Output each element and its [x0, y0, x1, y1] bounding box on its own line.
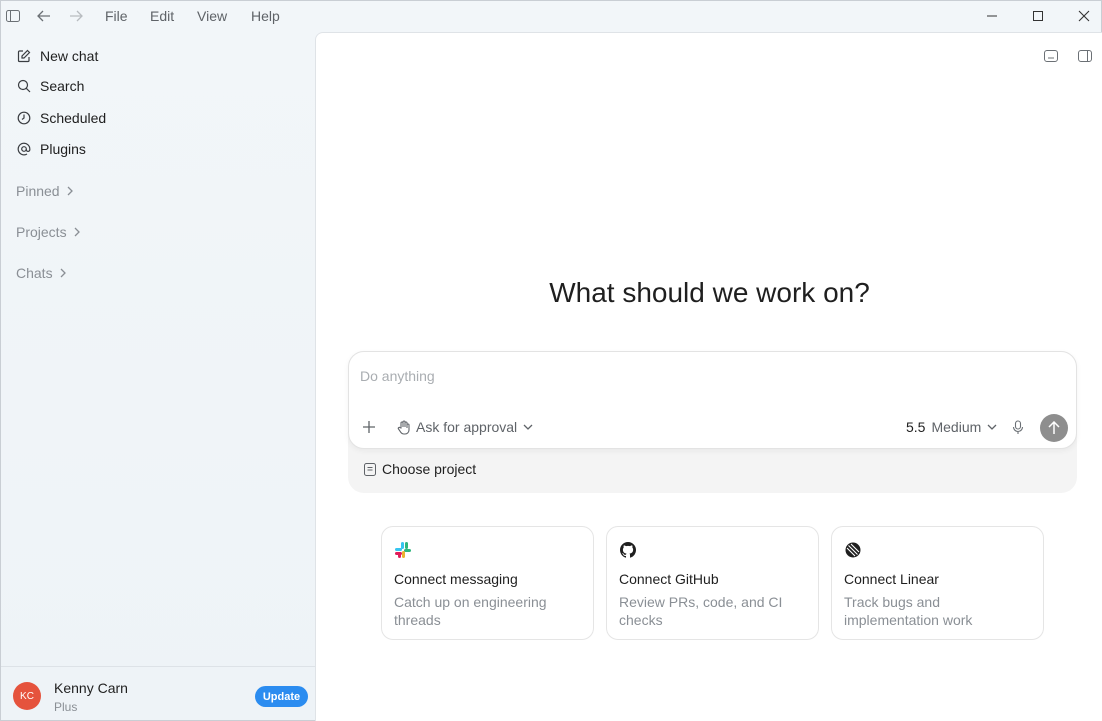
sidebar-item-new-chat[interactable]: New chat [16, 44, 98, 68]
forward-arrow-icon[interactable] [68, 8, 84, 24]
chat-panel-icon[interactable] [1043, 48, 1059, 64]
card-title: Connect messaging [394, 571, 518, 587]
menu-edit[interactable]: Edit [150, 8, 174, 24]
sidebar-item-label: Search [40, 78, 85, 94]
edit-icon [16, 48, 32, 64]
app-window: File Edit View Help New chat Search Sche… [0, 0, 1102, 721]
model-selector[interactable]: 5.5 Medium [906, 419, 997, 435]
sidebar-item-label: Plugins [40, 141, 86, 157]
microphone-icon [1012, 420, 1024, 435]
sidebar-item-label: New chat [40, 48, 99, 64]
approval-dropdown[interactable]: Ask for approval [397, 419, 533, 435]
hand-icon [397, 419, 411, 435]
microphone-button[interactable] [1012, 420, 1024, 435]
sidebar-section-pinned[interactable]: Pinned [16, 183, 74, 199]
update-button[interactable]: Update [255, 686, 308, 707]
section-label: Chats [16, 265, 53, 281]
menu-file[interactable]: File [105, 8, 128, 24]
document-icon [364, 462, 376, 476]
user-name[interactable]: Kenny Carn [54, 680, 128, 696]
approval-label: Ask for approval [416, 419, 518, 435]
prompt-input[interactable] [360, 366, 1050, 386]
page-title: What should we work on? [549, 277, 870, 308]
avatar[interactable]: KC [13, 682, 41, 710]
card-connect-messaging[interactable]: Connect messaging Catch up on engineerin… [381, 526, 594, 640]
menu-help[interactable]: Help [251, 8, 280, 24]
choose-project-label: Choose project [382, 461, 477, 477]
arrow-up-icon [1048, 421, 1060, 435]
minimize-icon[interactable] [981, 5, 1003, 27]
card-connect-github[interactable]: Connect GitHub Review PRs, code, and CI … [606, 526, 819, 640]
maximize-icon[interactable] [1027, 5, 1049, 27]
clock-icon [16, 110, 32, 126]
card-title: Connect GitHub [619, 571, 719, 587]
add-attachment-button[interactable] [362, 420, 376, 437]
close-icon[interactable] [1073, 5, 1095, 27]
composer-container: Ask for approval 5.5 Medium [348, 351, 1077, 493]
chevron-right-icon [59, 268, 67, 278]
choose-project-button[interactable]: Choose project [364, 461, 476, 477]
user-profile-bar: KC Kenny Carn Plus Update [1, 666, 315, 721]
sidebar-section-projects[interactable]: Projects [16, 224, 81, 240]
slack-icon [394, 541, 412, 559]
sidebar-item-label: Scheduled [40, 110, 107, 126]
card-connect-linear[interactable]: Connect Linear Track bugs and implementa… [831, 526, 1044, 640]
main-panel: What should we work on? Ask for approval [315, 32, 1102, 721]
chevron-right-icon [66, 186, 74, 196]
sidebar-item-plugins[interactable]: Plugins [16, 137, 86, 161]
section-label: Projects [16, 224, 67, 240]
send-button[interactable] [1040, 414, 1068, 442]
menu-view[interactable]: View [197, 8, 227, 24]
sidebar-item-scheduled[interactable]: Scheduled [16, 106, 106, 130]
title-bar: File Edit View Help [1, 1, 1101, 31]
sidebar-toggle-icon[interactable] [5, 8, 21, 24]
model-version: 5.5 [906, 419, 926, 435]
card-description: Catch up on engineering threads [394, 594, 547, 628]
back-arrow-icon[interactable] [36, 8, 52, 24]
chevron-right-icon [73, 227, 81, 237]
chevron-down-icon [523, 423, 533, 431]
card-title: Connect Linear [844, 571, 939, 587]
github-icon [619, 541, 637, 559]
user-plan: Plus [54, 700, 78, 714]
card-description: Review PRs, code, and CI checks [619, 594, 783, 628]
sidebar: New chat Search Scheduled Plugins Pinned [1, 31, 315, 721]
card-description: Track bugs and implementation work [844, 594, 973, 628]
at-icon [16, 141, 32, 157]
composer: Ask for approval 5.5 Medium [348, 351, 1077, 449]
model-effort: Medium [931, 419, 982, 435]
chevron-down-icon [987, 423, 997, 431]
side-panel-toggle-icon[interactable] [1077, 48, 1093, 64]
plus-icon [362, 420, 376, 437]
section-label: Pinned [16, 183, 60, 199]
linear-icon [844, 541, 862, 559]
search-icon [16, 78, 32, 94]
sidebar-item-search[interactable]: Search [16, 74, 84, 98]
sidebar-section-chats[interactable]: Chats [16, 265, 67, 281]
